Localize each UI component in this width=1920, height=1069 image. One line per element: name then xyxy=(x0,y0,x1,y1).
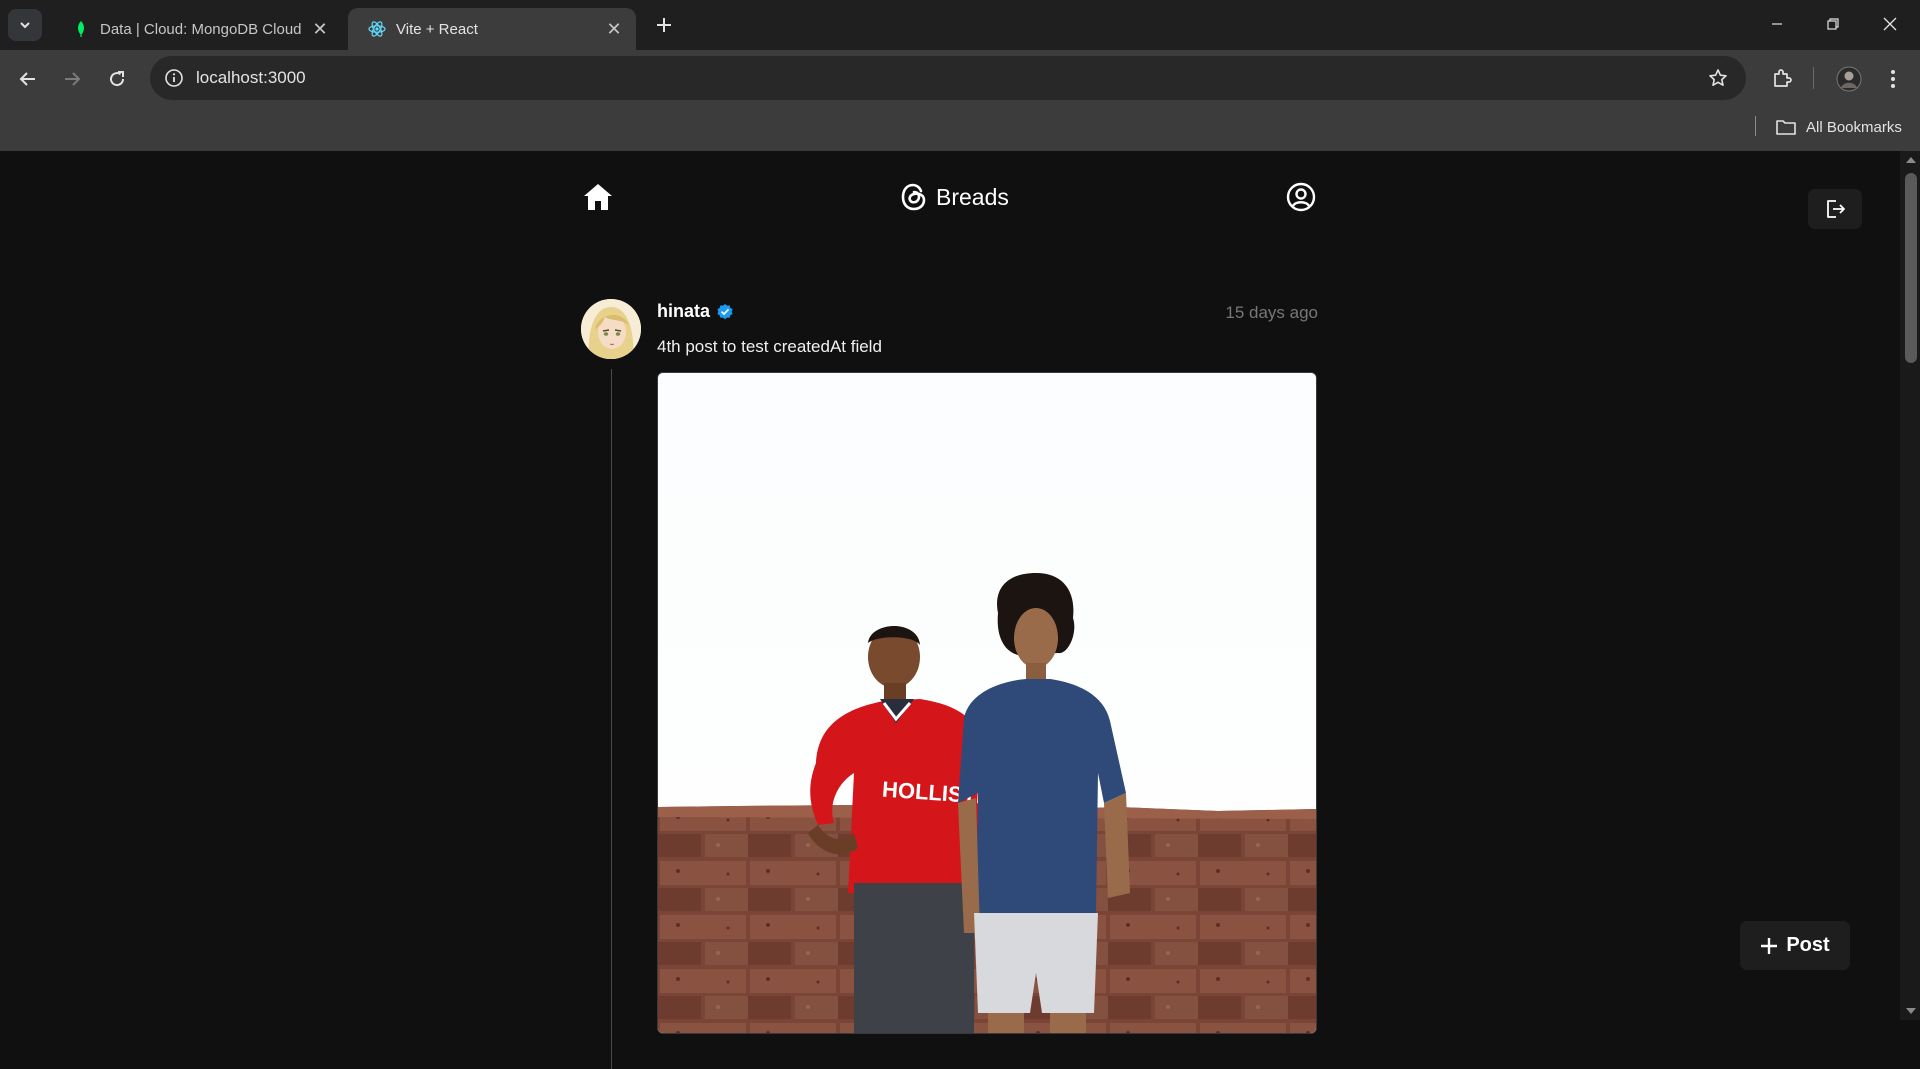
close-icon xyxy=(1883,17,1897,31)
mongodb-leaf-icon xyxy=(72,20,90,38)
verified-badge-icon xyxy=(717,303,733,319)
bookmarks-divider xyxy=(1755,116,1756,136)
profile-link[interactable] xyxy=(1286,182,1316,212)
extensions-button[interactable] xyxy=(1766,63,1798,95)
all-bookmarks-label: All Bookmarks xyxy=(1806,118,1902,136)
post-username: hinata xyxy=(657,301,711,321)
user-avatar[interactable] xyxy=(581,299,641,359)
tab-title: Data | Cloud: MongoDB Cloud xyxy=(100,20,302,38)
chevron-down-icon xyxy=(20,22,30,29)
browser-menu-button[interactable] xyxy=(1877,63,1909,95)
bookmark-star-icon[interactable] xyxy=(1706,66,1730,90)
post-timestamp: 15 days ago xyxy=(1225,303,1318,322)
arrow-right-icon xyxy=(65,72,81,86)
post-author[interactable]: hinata xyxy=(657,301,734,322)
create-post-label: Post xyxy=(1786,934,1830,956)
restore-icon xyxy=(1827,18,1839,30)
profile-avatar-button[interactable] xyxy=(1833,63,1865,95)
plus-icon xyxy=(1761,937,1778,954)
brand-name: Breads xyxy=(936,183,1009,210)
bookmarks-bar: All Bookmarks xyxy=(0,108,1920,151)
kebab-menu-icon xyxy=(1891,70,1895,88)
logout-button[interactable] xyxy=(1808,189,1862,229)
thread-line xyxy=(611,369,612,1069)
minimize-button[interactable] xyxy=(1754,8,1800,40)
close-tab-icon[interactable]: ✕ xyxy=(602,17,626,41)
back-button[interactable] xyxy=(12,63,44,95)
close-window-button[interactable] xyxy=(1867,8,1913,40)
address-url[interactable]: localhost:3000 xyxy=(196,68,306,88)
home-icon xyxy=(584,184,612,210)
close-tab-icon[interactable]: ✕ xyxy=(308,17,332,41)
restore-button[interactable] xyxy=(1810,8,1856,40)
logout-icon xyxy=(1827,200,1845,218)
threads-logo-icon xyxy=(901,183,926,211)
home-link[interactable] xyxy=(582,181,614,213)
reload-button[interactable] xyxy=(101,63,133,95)
tab-vite-react[interactable]: Vite + React ✕ xyxy=(348,8,636,50)
plus-icon xyxy=(657,18,671,32)
user-circle-icon xyxy=(1286,182,1316,212)
scroll-down-arrow-icon[interactable] xyxy=(1906,1008,1916,1014)
profile-avatar-icon xyxy=(1836,66,1862,92)
scroll-thumb[interactable] xyxy=(1905,173,1917,363)
create-post-button[interactable]: Post xyxy=(1740,921,1850,970)
brand-logo[interactable]: Breads xyxy=(900,181,1009,213)
tab-title: Vite + React xyxy=(396,20,478,38)
reload-icon xyxy=(110,71,125,87)
page-scrollbar[interactable] xyxy=(1900,151,1920,1020)
tab-strip: Data | Cloud: MongoDB Cloud ✕ Vite + Rea… xyxy=(0,0,1920,50)
folder-icon xyxy=(1776,120,1796,135)
address-bar[interactable]: localhost:3000 xyxy=(150,56,1746,100)
tab-mongodb[interactable]: Data | Cloud: MongoDB Cloud ✕ xyxy=(52,8,342,50)
post-image[interactable]: HOLLISTER xyxy=(657,372,1317,1034)
arrow-left-icon xyxy=(19,72,35,86)
puzzle-icon xyxy=(1774,69,1792,87)
site-info-icon[interactable] xyxy=(162,66,186,90)
toolbar-divider xyxy=(1813,67,1814,89)
forward-button[interactable] xyxy=(56,63,88,95)
page-viewport: Breads hinata 15 days ago 4th post to te… xyxy=(0,151,1900,1069)
new-tab-button[interactable] xyxy=(650,11,678,39)
tab-search-button[interactable] xyxy=(8,9,42,41)
react-icon xyxy=(368,20,386,38)
all-bookmarks-button[interactable]: All Bookmarks xyxy=(1776,113,1902,141)
post-text: 4th post to test createdAt field xyxy=(657,337,882,356)
scroll-up-arrow-icon[interactable] xyxy=(1906,157,1916,163)
minimize-icon xyxy=(1772,23,1782,25)
browser-toolbar: localhost:3000 xyxy=(0,50,1920,108)
